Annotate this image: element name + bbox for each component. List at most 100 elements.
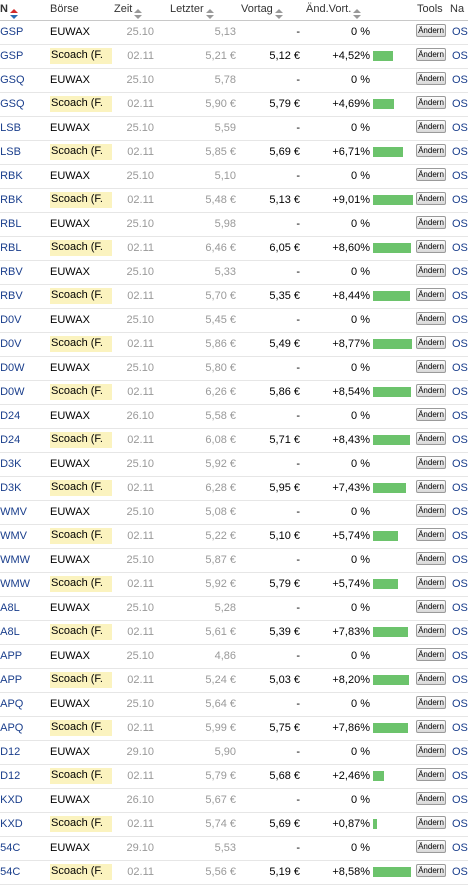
os-link[interactable]: OS (452, 458, 468, 470)
os-link[interactable]: OS (452, 266, 468, 278)
column-header-wkn[interactable]: N (0, 3, 18, 20)
wkn-link[interactable]: 4RBK (0, 170, 46, 182)
os-link[interactable]: OS (452, 170, 468, 182)
aendern-button[interactable]: Ändern (416, 696, 446, 709)
os-link[interactable]: OS (452, 74, 468, 86)
wkn-link[interactable]: 7GSP (0, 50, 46, 62)
wkn-link[interactable]: 1APP (0, 674, 46, 686)
aendern-button[interactable]: Ändern (416, 144, 446, 157)
aendern-button[interactable]: Ändern (416, 360, 446, 373)
os-link[interactable]: OS (452, 98, 468, 110)
wkn-link[interactable]: 0A8L (0, 626, 46, 638)
wkn-link[interactable]: 3D0W (0, 362, 46, 374)
wkn-link[interactable]: 7GSQ (0, 98, 46, 110)
aendern-button[interactable]: Ändern (416, 624, 446, 637)
os-link[interactable]: OS (452, 410, 468, 422)
aendern-button[interactable]: Ändern (416, 432, 446, 445)
wkn-link[interactable]: 0WMV (0, 530, 46, 542)
wkn-link[interactable]: 4RBV (0, 266, 46, 278)
os-link[interactable]: OS (452, 218, 468, 230)
os-link[interactable]: OS (452, 314, 468, 326)
os-link[interactable]: OS (452, 506, 468, 518)
aendern-button[interactable]: Ändern (416, 216, 446, 229)
column-header-aend[interactable]: Änd.Vort. (306, 3, 362, 20)
aendern-button[interactable]: Ändern (416, 744, 446, 757)
os-link[interactable]: OS (452, 866, 468, 878)
os-link[interactable]: OS (452, 194, 468, 206)
os-link[interactable]: OS (452, 746, 468, 758)
os-link[interactable]: OS (452, 578, 468, 590)
wkn-link[interactable]: 3D24 (0, 434, 46, 446)
aendern-button[interactable]: Ändern (416, 600, 446, 613)
aendern-button[interactable]: Ändern (416, 72, 446, 85)
os-link[interactable]: OS (452, 122, 468, 134)
aendern-button[interactable]: Ändern (416, 96, 446, 109)
aendern-button[interactable]: Ändern (416, 192, 446, 205)
wkn-link[interactable]: 3D0W (0, 386, 46, 398)
os-link[interactable]: OS (452, 818, 468, 830)
os-link[interactable]: OS (452, 290, 468, 302)
aendern-button[interactable]: Ändern (416, 552, 446, 565)
wkn-link[interactable]: 1APQ (0, 722, 46, 734)
aendern-button[interactable]: Ändern (416, 528, 446, 541)
wkn-link[interactable]: 9D12 (0, 746, 46, 758)
os-link[interactable]: OS (452, 674, 468, 686)
wkn-link[interactable]: 7GSP (0, 26, 46, 38)
wkn-link[interactable]: 4RBL (0, 242, 46, 254)
aendern-button[interactable]: Ändern (416, 312, 446, 325)
wkn-link[interactable]: 9KXD (0, 794, 46, 806)
aendern-button[interactable]: Ändern (416, 792, 446, 805)
wkn-link[interactable]: 7GSQ (0, 74, 46, 86)
os-link[interactable]: OS (452, 602, 468, 614)
wkn-link[interactable]: 4RBK (0, 194, 46, 206)
wkn-link[interactable]: 754C (0, 866, 46, 878)
os-link[interactable]: OS (452, 386, 468, 398)
os-link[interactable]: OS (452, 482, 468, 494)
aendern-button[interactable]: Ändern (416, 288, 446, 301)
aendern-button[interactable]: Ändern (416, 384, 446, 397)
os-link[interactable]: OS (452, 698, 468, 710)
aendern-button[interactable]: Ändern (416, 504, 446, 517)
wkn-link[interactable]: 3D3K (0, 482, 46, 494)
aendern-button[interactable]: Ändern (416, 648, 446, 661)
wkn-link[interactable]: 3D24 (0, 410, 46, 422)
wkn-link[interactable]: 3D0V (0, 338, 46, 350)
aendern-button[interactable]: Ändern (416, 720, 446, 733)
os-link[interactable]: OS (452, 242, 468, 254)
os-link[interactable]: OS (452, 842, 468, 854)
wkn-link[interactable]: 4RBL (0, 218, 46, 230)
wkn-link[interactable]: 7LSB (0, 146, 46, 158)
os-link[interactable]: OS (452, 362, 468, 374)
os-link[interactable]: OS (452, 722, 468, 734)
wkn-link[interactable]: 3D3K (0, 458, 46, 470)
aendern-button[interactable]: Ändern (416, 456, 446, 469)
os-link[interactable]: OS (452, 794, 468, 806)
aendern-button[interactable]: Ändern (416, 840, 446, 853)
wkn-link[interactable]: 1APP (0, 650, 46, 662)
aendern-button[interactable]: Ändern (416, 816, 446, 829)
os-link[interactable]: OS (452, 26, 468, 38)
os-link[interactable]: OS (452, 338, 468, 350)
wkn-link[interactable]: 0WMW (0, 554, 46, 566)
wkn-link[interactable]: 1APQ (0, 698, 46, 710)
aendern-button[interactable]: Ändern (416, 24, 446, 37)
aendern-button[interactable]: Ändern (416, 120, 446, 133)
wkn-link[interactable]: 7LSB (0, 122, 46, 134)
wkn-link[interactable]: 0A8L (0, 602, 46, 614)
wkn-link[interactable]: 754C (0, 842, 46, 854)
os-link[interactable]: OS (452, 650, 468, 662)
aendern-button[interactable]: Ändern (416, 48, 446, 61)
aendern-button[interactable]: Ändern (416, 768, 446, 781)
wkn-link[interactable]: 4RBV (0, 290, 46, 302)
os-link[interactable]: OS (452, 50, 468, 62)
column-header-boerse[interactable]: Börse (50, 3, 79, 15)
aendern-button[interactable]: Ändern (416, 576, 446, 589)
aendern-button[interactable]: Ändern (416, 672, 446, 685)
column-header-vortag[interactable]: Vortag (241, 3, 283, 20)
os-link[interactable]: OS (452, 626, 468, 638)
aendern-button[interactable]: Ändern (416, 336, 446, 349)
aendern-button[interactable]: Ändern (416, 480, 446, 493)
aendern-button[interactable]: Ändern (416, 264, 446, 277)
wkn-link[interactable]: 0WMV (0, 506, 46, 518)
os-link[interactable]: OS (452, 434, 468, 446)
